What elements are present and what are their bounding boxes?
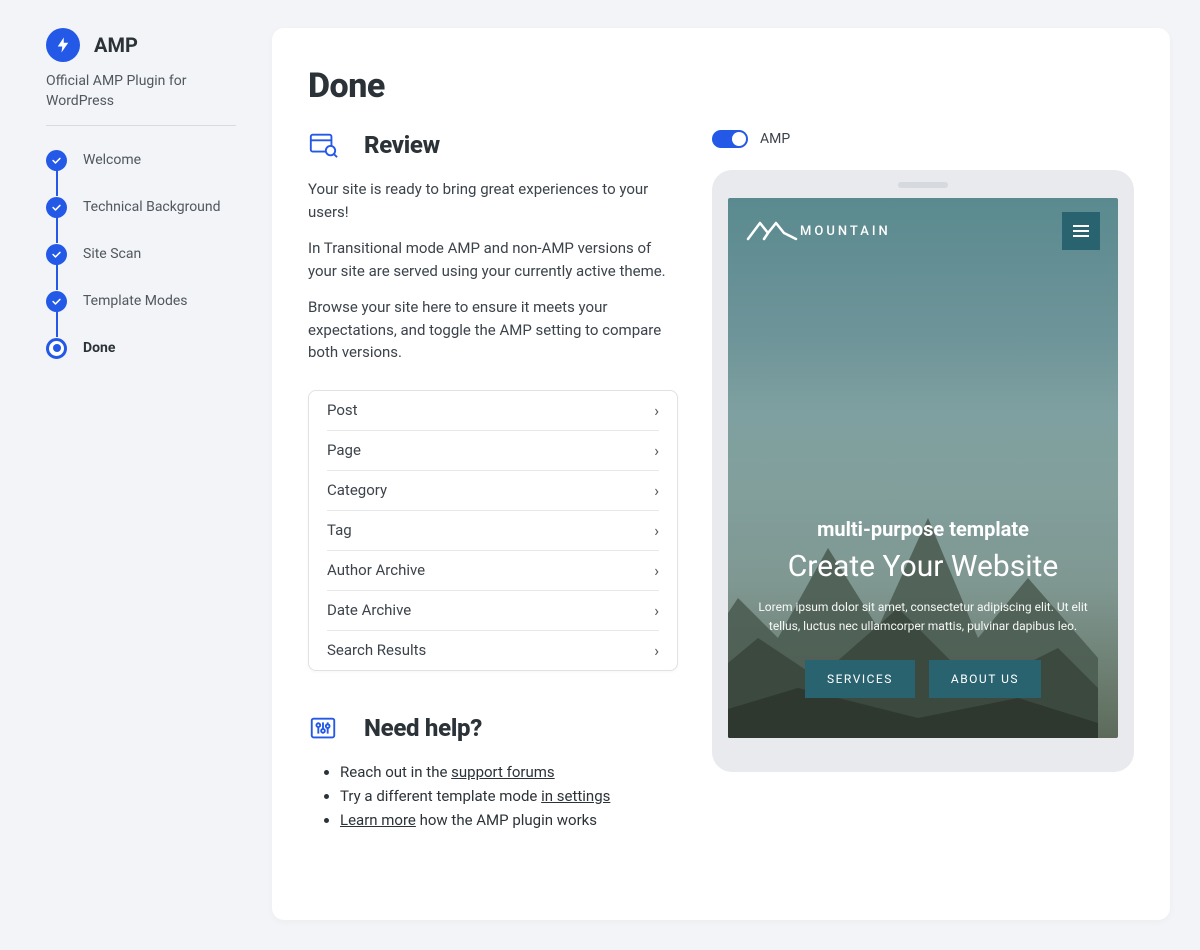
type-item-date-archive[interactable]: Date Archive › xyxy=(327,591,659,631)
brand: AMP xyxy=(46,28,236,62)
type-item-page[interactable]: Page › xyxy=(327,431,659,471)
step-label: Technical Background xyxy=(83,199,221,215)
chevron-right-icon: › xyxy=(654,521,659,540)
device-preview: MOUNTAIN multi-purpose t xyxy=(712,170,1134,772)
services-button[interactable]: SERVICES xyxy=(805,660,915,698)
type-label: Author Archive xyxy=(327,561,425,579)
chevron-right-icon: › xyxy=(654,601,659,620)
hamburger-icon xyxy=(1072,224,1090,238)
left-column: Review Your site is ready to bring great… xyxy=(308,130,678,833)
review-heading: Review xyxy=(364,131,440,159)
type-item-post[interactable]: Post › xyxy=(327,391,659,431)
preview-site-logo: MOUNTAIN xyxy=(746,217,891,245)
hamburger-menu-button[interactable] xyxy=(1062,212,1100,250)
right-column: AMP xyxy=(712,130,1134,772)
type-label: Category xyxy=(327,481,387,499)
learn-more-link[interactable]: Learn more xyxy=(340,811,416,829)
step-welcome[interactable]: Welcome xyxy=(46,144,236,176)
support-forums-link[interactable]: support forums xyxy=(451,763,555,781)
chevron-right-icon: › xyxy=(654,561,659,580)
chevron-right-icon: › xyxy=(654,641,659,660)
in-settings-link[interactable]: in settings xyxy=(541,787,610,805)
check-icon xyxy=(46,150,67,171)
preview-screen: MOUNTAIN multi-purpose t xyxy=(728,198,1118,738)
type-label: Date Archive xyxy=(327,601,411,619)
sliders-icon xyxy=(308,713,338,743)
amp-toggle-row: AMP xyxy=(712,130,1134,148)
review-description: Your site is ready to bring great experi… xyxy=(308,178,678,364)
mountain-logo-icon xyxy=(746,217,798,245)
type-item-author-archive[interactable]: Author Archive › xyxy=(327,551,659,591)
help-list: Reach out in the support forums Try a di… xyxy=(308,761,678,833)
type-item-search-results[interactable]: Search Results › xyxy=(327,631,659,670)
review-p1: Your site is ready to bring great experi… xyxy=(308,178,678,223)
current-step-icon xyxy=(46,338,67,359)
type-item-category[interactable]: Category › xyxy=(327,471,659,511)
step-label: Done xyxy=(83,340,115,356)
chevron-right-icon: › xyxy=(654,481,659,500)
step-label: Welcome xyxy=(83,152,141,168)
sidebar: AMP Official AMP Plugin for WordPress We… xyxy=(46,28,236,920)
hero-title: Create Your Website xyxy=(746,549,1100,584)
type-item-tag[interactable]: Tag › xyxy=(327,511,659,551)
amp-toggle[interactable] xyxy=(712,130,748,148)
check-icon xyxy=(46,291,67,312)
review-p3: Browse your site here to ensure it meets… xyxy=(308,296,678,364)
check-icon xyxy=(46,244,67,265)
help-item: Try a different template mode in setting… xyxy=(340,785,678,808)
chevron-right-icon: › xyxy=(654,441,659,460)
hero-subtitle: multi-purpose template xyxy=(746,517,1100,541)
device-notch xyxy=(898,182,948,188)
help-section: Need help? Reach out in the support foru… xyxy=(308,713,678,833)
type-label: Search Results xyxy=(327,641,426,659)
wizard-steps: Welcome Technical Background Site Scan T… xyxy=(46,144,236,364)
step-label: Template Modes xyxy=(83,293,188,309)
preview-header: MOUNTAIN xyxy=(746,212,1100,250)
type-label: Tag xyxy=(327,521,352,539)
amp-toggle-label: AMP xyxy=(760,131,790,147)
step-template-modes[interactable]: Template Modes xyxy=(46,285,236,317)
hero-description: Lorem ipsum dolor sit amet, consectetur … xyxy=(746,598,1100,636)
brand-name: AMP xyxy=(94,33,138,57)
preview-site-name: MOUNTAIN xyxy=(800,224,891,239)
about-us-button[interactable]: ABOUT US xyxy=(929,660,1041,698)
type-label: Page xyxy=(327,441,361,459)
page-title: Done xyxy=(308,66,1134,106)
help-heading: Need help? xyxy=(364,714,482,742)
step-technical-background[interactable]: Technical Background xyxy=(46,191,236,223)
review-icon xyxy=(308,130,338,160)
help-item: Learn more how the AMP plugin works xyxy=(340,809,678,832)
step-site-scan[interactable]: Site Scan xyxy=(46,238,236,270)
preview-hero: multi-purpose template Create Your Websi… xyxy=(746,517,1100,738)
brand-subtitle: Official AMP Plugin for WordPress xyxy=(46,72,236,126)
content-type-list: Post › Page › Category › Tag › xyxy=(308,390,678,671)
review-p2: In Transitional mode AMP and non-AMP ver… xyxy=(308,237,678,282)
amp-logo-icon xyxy=(46,28,80,62)
help-item: Reach out in the support forums xyxy=(340,761,678,784)
review-heading-row: Review xyxy=(308,130,678,160)
type-label: Post xyxy=(327,401,358,419)
check-icon xyxy=(46,197,67,218)
step-done[interactable]: Done xyxy=(46,332,236,364)
step-label: Site Scan xyxy=(83,246,141,262)
main-card: Done Review Your site is xyxy=(272,28,1170,920)
chevron-right-icon: › xyxy=(654,401,659,420)
